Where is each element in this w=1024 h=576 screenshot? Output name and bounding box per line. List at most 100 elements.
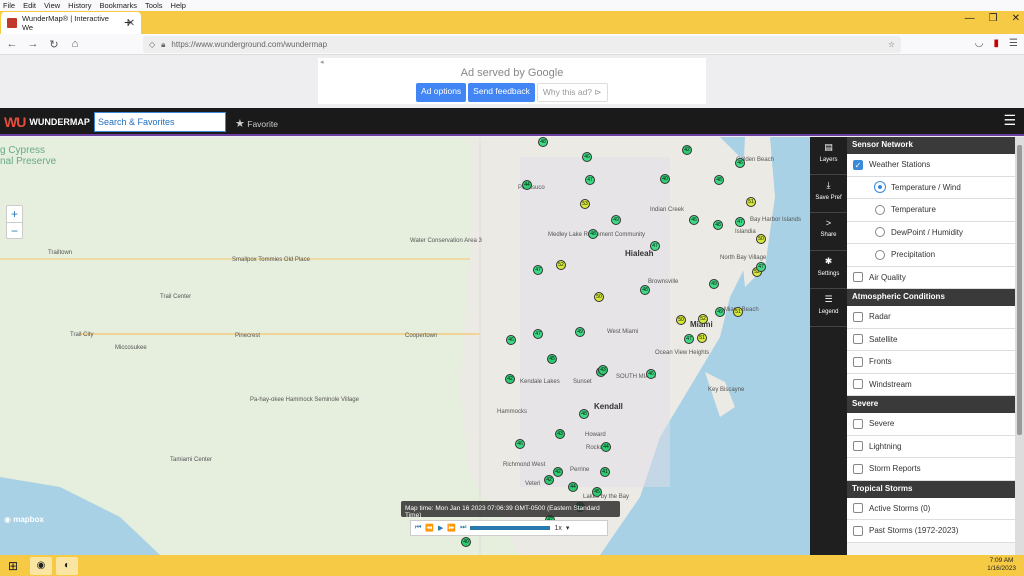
weather-station-marker[interactable]: 48 — [713, 220, 723, 230]
home-icon[interactable]: ⌂ — [66, 38, 84, 50]
weather-station-marker[interactable]: 48 — [640, 285, 650, 295]
step-forward-icon[interactable]: ⏩ — [447, 524, 456, 532]
checkbox-checked-icon[interactable]: ✓ — [853, 159, 863, 170]
weather-station-marker[interactable]: 43 — [598, 365, 608, 375]
system-clock[interactable]: 7:09 AM 1/16/2023 — [987, 557, 1016, 573]
map-canvas[interactable]: g Cypress nal Preserve Trailtown Smallpox … — [0, 137, 810, 555]
zoom-out-button[interactable]: − — [7, 222, 22, 238]
rail-layers[interactable]: ▤ Layers — [810, 137, 847, 175]
ad-back-icon[interactable]: ◂ — [320, 58, 324, 66]
weather-station-marker[interactable]: 48 — [588, 229, 598, 239]
paint-icon[interactable]: ◐ — [56, 556, 78, 575]
severe-option[interactable]: Severe — [847, 413, 1015, 436]
hamburger-menu-icon[interactable]: ☰ — [1003, 112, 1016, 129]
url-bar[interactable]: ◇ 🔒︎ https://www.wunderground.com/wunder… — [143, 36, 901, 53]
weather-station-marker[interactable]: 46 — [506, 335, 516, 345]
why-this-ad-button[interactable]: Why this ad? ⊳ — [536, 83, 608, 102]
weather-station-marker[interactable]: 42 — [682, 145, 692, 155]
checkbox-icon[interactable] — [853, 525, 863, 536]
fronts-option[interactable]: Fronts — [847, 351, 1015, 374]
time-slider[interactable] — [470, 526, 551, 530]
speed-select[interactable]: 1x — [554, 525, 561, 532]
weather-station-marker[interactable]: 42 — [505, 374, 515, 384]
satellite-option[interactable]: Satellite — [847, 328, 1015, 351]
chevron-down-icon[interactable]: ▾ — [566, 524, 570, 532]
radio-icon[interactable] — [875, 227, 885, 238]
first-frame-icon[interactable]: ⏮ — [415, 524, 421, 532]
weather-station-marker[interactable]: 49 — [709, 279, 719, 289]
checkbox-icon[interactable] — [853, 379, 863, 390]
storm-reports-option[interactable]: Storm Reports — [847, 458, 1015, 481]
weather-station-marker[interactable]: 51 — [697, 333, 707, 343]
temperature-option[interactable]: Temperature — [847, 199, 1015, 222]
checkbox-icon[interactable] — [853, 356, 863, 367]
rail-share[interactable]: > Share — [810, 213, 847, 251]
menu-edit[interactable]: Edit — [23, 1, 36, 10]
weather-station-marker[interactable]: 44 — [568, 482, 578, 492]
weather-station-marker[interactable]: 47 — [533, 265, 543, 275]
rail-settings[interactable]: ✱ Settings — [810, 251, 847, 289]
weather-station-marker[interactable]: 46 — [735, 158, 745, 168]
windstream-option[interactable]: Windstream — [847, 373, 1015, 396]
radar-option[interactable]: Radar — [847, 306, 1015, 329]
panel-scrollbar[interactable] — [1015, 137, 1024, 555]
zoom-in-button[interactable]: + — [7, 206, 22, 222]
temp-wind-option[interactable]: Temperature / Wind — [847, 176, 1015, 199]
radio-icon[interactable] — [875, 249, 885, 260]
bookmark-star-icon[interactable]: ☆ — [888, 40, 895, 49]
active-storms-option[interactable]: Active Storms (0) — [847, 497, 1015, 520]
weather-station-marker[interactable]: 46 — [646, 369, 656, 379]
menu-help[interactable]: Help — [171, 1, 186, 10]
weather-station-marker[interactable]: 46 — [689, 215, 699, 225]
weather-station-marker[interactable]: 46 — [582, 152, 592, 162]
weather-station-marker[interactable]: 52 — [698, 314, 708, 324]
weather-station-marker[interactable]: 50 — [756, 234, 766, 244]
weather-station-marker[interactable]: 44 — [601, 442, 611, 452]
back-icon[interactable]: ← — [3, 38, 21, 50]
checkbox-icon[interactable] — [853, 441, 863, 452]
menu-view[interactable]: View — [44, 1, 60, 10]
rail-legend[interactable]: ☰ Legend — [810, 289, 847, 327]
weather-stations-option[interactable]: ✓ Weather Stations — [847, 154, 1015, 177]
favorite-link[interactable]: ★ Favorite — [235, 117, 278, 130]
forward-icon[interactable]: → — [24, 38, 42, 50]
close-window-icon[interactable]: ✕ — [1012, 13, 1020, 24]
windows-start-icon[interactable]: ⊞ — [0, 559, 26, 573]
ad-options-button[interactable]: Ad options — [416, 83, 467, 102]
checkbox-icon[interactable] — [853, 334, 863, 345]
weather-station-marker[interactable]: 47 — [756, 262, 766, 272]
weather-station-marker[interactable]: 49 — [611, 215, 621, 225]
weather-station-marker[interactable]: 48 — [579, 409, 589, 419]
dewpoint-option[interactable]: DewPoint / Humidity — [847, 221, 1015, 244]
checkbox-icon[interactable] — [853, 463, 863, 474]
weather-station-marker[interactable]: 47 — [650, 241, 660, 251]
menu-history[interactable]: History — [68, 1, 91, 10]
mapbox-logo[interactable]: ◉ mapbox — [4, 515, 44, 524]
weather-station-marker[interactable]: 45 — [547, 354, 557, 364]
search-input[interactable]: Search & Favorites — [94, 112, 226, 132]
weather-station-marker[interactable]: 48 — [714, 175, 724, 185]
precipitation-option[interactable]: Precipitation — [847, 244, 1015, 267]
weather-station-marker[interactable]: 45 — [592, 487, 602, 497]
checkbox-icon[interactable] — [853, 311, 863, 322]
weather-station-marker[interactable]: 47 — [533, 329, 543, 339]
weather-station-marker[interactable]: 40 — [660, 174, 670, 184]
weather-station-marker[interactable]: 47 — [585, 175, 595, 185]
pocket-icon[interactable]: ◡ — [975, 38, 984, 49]
radio-icon[interactable] — [875, 204, 885, 215]
past-storms-option[interactable]: Past Storms (1972-2023) — [847, 520, 1015, 543]
lightning-option[interactable]: Lightning — [847, 435, 1015, 458]
weather-station-marker[interactable]: 50 — [594, 292, 604, 302]
scrollbar-thumb[interactable] — [1017, 145, 1022, 435]
reload-icon[interactable]: ↻ — [45, 38, 63, 51]
weather-station-marker[interactable]: 47 — [735, 217, 745, 227]
weather-station-marker[interactable]: 42 — [553, 467, 563, 477]
weather-station-marker[interactable]: 48 — [538, 137, 548, 147]
weather-station-marker[interactable]: 51 — [746, 197, 756, 207]
logo[interactable]: WU WUNDERMAP — [4, 114, 90, 130]
new-tab-button[interactable]: + — [124, 14, 132, 30]
last-frame-icon[interactable]: ⏭ — [460, 524, 466, 532]
radio-selected-icon[interactable] — [875, 182, 885, 193]
minimize-icon[interactable]: — — [965, 13, 975, 24]
firefox-icon[interactable]: ◉ — [30, 556, 52, 575]
